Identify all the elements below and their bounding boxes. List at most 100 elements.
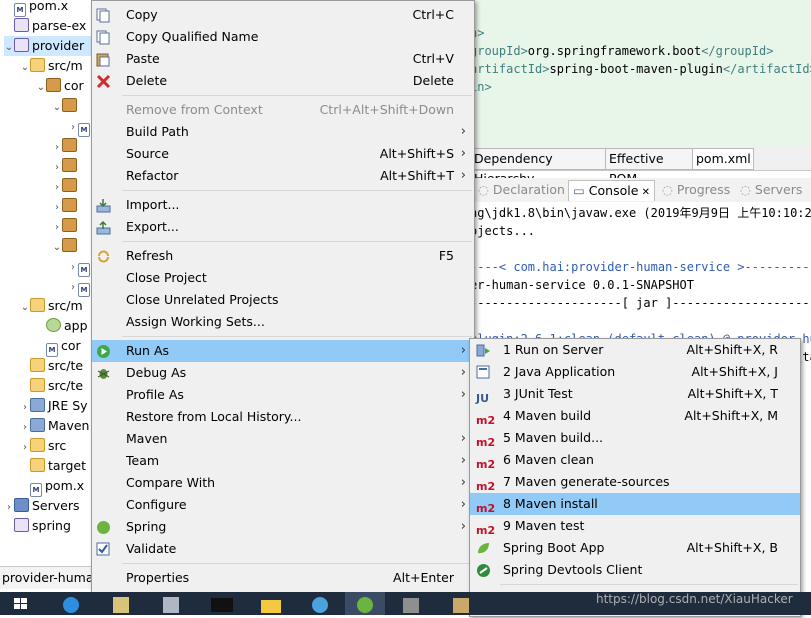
tree-item[interactable]: › Servers: [4, 496, 92, 516]
tree-item[interactable]: app: [36, 316, 92, 336]
collapsed-chevron-icon[interactable]: ›: [20, 398, 30, 418]
collapsed-chevron-icon[interactable]: ›: [68, 118, 78, 138]
tree-item[interactable]: ⌄ src/m: [20, 56, 92, 76]
taskbar-app-4[interactable]: [395, 592, 435, 615]
taskbar-app-5[interactable]: [445, 592, 485, 615]
tree-item[interactable]: src/te: [20, 376, 92, 396]
tab-servers[interactable]: ◌ Servers: [740, 180, 802, 200]
menu-item-assign-working-sets[interactable]: Assign Working Sets...: [92, 311, 474, 333]
collapsed-chevron-icon[interactable]: ›: [68, 258, 78, 278]
tree-item[interactable]: › M: [68, 256, 92, 278]
submenu-item-6-maven-clean[interactable]: m2 6 Maven clean: [470, 449, 800, 471]
collapsed-chevron-icon[interactable]: ›: [52, 178, 62, 198]
tab-progress[interactable]: ◌ Progress: [662, 180, 730, 200]
expanded-chevron-icon[interactable]: ⌄: [20, 298, 30, 318]
taskbar-app-1[interactable]: [105, 592, 145, 615]
tab-effective-pom[interactable]: Effective POM: [605, 148, 696, 186]
menu-item-copy[interactable]: Copy Ctrl+C: [92, 4, 474, 26]
expanded-chevron-icon[interactable]: ⌄: [4, 38, 14, 58]
taskbar-edge[interactable]: [55, 592, 95, 615]
start-button[interactable]: [6, 592, 46, 615]
taskbar-spring[interactable]: [345, 592, 385, 615]
tree-item[interactable]: › M: [68, 116, 92, 138]
submenu-item-2-java-application[interactable]: 2 Java Application Alt+Shift+X, J: [470, 361, 800, 383]
submenu-item-5-maven-build[interactable]: m2 5 Maven build...: [470, 427, 800, 449]
menu-item-import[interactable]: Import...: [92, 194, 474, 216]
taskbar-app-2[interactable]: [155, 592, 195, 615]
menu-item-restore-from-local-history[interactable]: Restore from Local History...: [92, 406, 474, 428]
tab-console[interactable]: ▭ Console ✕: [568, 180, 655, 201]
taskbar-explorer[interactable]: [255, 592, 295, 615]
collapsed-chevron-icon[interactable]: ›: [52, 198, 62, 218]
menu-item-run-as[interactable]: Run As ›: [92, 340, 474, 362]
menu-item-build-path[interactable]: Build Path ›: [92, 121, 474, 143]
submenu-item-shortcut: Alt+Shift+X, R: [686, 342, 778, 357]
collapsed-chevron-icon[interactable]: ›: [52, 158, 62, 178]
tree-item[interactable]: ›: [52, 136, 92, 156]
tab-pom-xml[interactable]: pom.xml: [692, 148, 754, 170]
menu-item-close-project[interactable]: Close Project: [92, 267, 474, 289]
tree-item[interactable]: ⌄ provider: [4, 36, 92, 56]
menu-item-configure[interactable]: Configure ›: [92, 494, 474, 516]
tree-item[interactable]: ›: [52, 176, 92, 196]
taskbar-app-3[interactable]: [305, 592, 345, 615]
submenu-item-8-maven-install[interactable]: m2 8 Maven install: [470, 493, 800, 515]
menu-item-debug-as[interactable]: Debug As ›: [92, 362, 474, 384]
tree-item[interactable]: Mpom.x: [4, 0, 92, 17]
tree-item[interactable]: ›: [52, 216, 92, 236]
submenu-item-4-maven-build[interactable]: m2 4 Maven build Alt+Shift+X, M: [470, 405, 800, 427]
tree-item[interactable]: › JRE Sy: [20, 396, 92, 416]
submenu-item-spring-devtools-client[interactable]: Spring Devtools Client: [470, 559, 800, 581]
menu-item-refactor[interactable]: Refactor Alt+Shift+T ›: [92, 165, 474, 187]
submenu-item-spring-boot-app[interactable]: Spring Boot App Alt+Shift+X, B: [470, 537, 800, 559]
tree-item[interactable]: ›: [52, 156, 92, 176]
tab-declaration[interactable]: ◌ Declaration: [478, 180, 565, 200]
expanded-chevron-icon[interactable]: ⌄: [20, 58, 30, 78]
expanded-chevron-icon[interactable]: ⌄: [52, 98, 62, 118]
expanded-chevron-icon[interactable]: ⌄: [52, 238, 62, 258]
tree-item[interactable]: ›: [52, 196, 92, 216]
collapsed-chevron-icon[interactable]: ›: [4, 498, 14, 518]
submenu-item-1-run-on-server[interactable]: 1 Run on Server Alt+Shift+X, R: [470, 339, 800, 361]
menu-item-validate[interactable]: Validate: [92, 538, 474, 560]
close-icon[interactable]: ✕: [638, 187, 650, 198]
tree-item[interactable]: spring: [4, 516, 92, 536]
menu-item-refresh[interactable]: Refresh F5: [92, 245, 474, 267]
menu-item-export[interactable]: Export...: [92, 216, 474, 238]
collapsed-chevron-icon[interactable]: ›: [52, 138, 62, 158]
collapsed-chevron-icon[interactable]: ›: [20, 418, 30, 438]
menu-item-delete[interactable]: Delete Delete: [92, 70, 474, 92]
menu-item-copy-qualified-name[interactable]: Copy Qualified Name: [92, 26, 474, 48]
tree-item[interactable]: › M: [68, 276, 92, 298]
menu-item-paste[interactable]: Paste Ctrl+V: [92, 48, 474, 70]
taskbar-cmd[interactable]: [205, 592, 245, 615]
tree-item[interactable]: target: [20, 456, 92, 476]
tree-item[interactable]: ⌄ src/m: [20, 296, 92, 316]
menu-item-spring[interactable]: Spring ›: [92, 516, 474, 538]
tree-item[interactable]: src/te: [20, 356, 92, 376]
submenu-item-7-maven-generate-sources[interactable]: m2 7 Maven generate-sources: [470, 471, 800, 493]
tree-item[interactable]: ⌄ cor: [36, 76, 92, 96]
tree-item[interactable]: › src: [20, 436, 92, 456]
menu-item-source[interactable]: Source Alt+Shift+S ›: [92, 143, 474, 165]
collapsed-chevron-icon[interactable]: ›: [52, 218, 62, 238]
tree-item[interactable]: Mpom.x: [20, 476, 92, 497]
pom-xml-editor[interactable]: n> groupId>org.springframework.boot</grou…: [470, 0, 811, 146]
tab-dependency-hierarchy[interactable]: Dependency Hierarchy: [470, 148, 609, 186]
menu-item-team[interactable]: Team ›: [92, 450, 474, 472]
tree-item[interactable]: parse-ex: [4, 16, 92, 36]
tree-item[interactable]: Mcor: [36, 336, 92, 357]
submenu-item-9-maven-test[interactable]: m2 9 Maven test: [470, 515, 800, 537]
tree-item[interactable]: ⌄: [52, 96, 92, 116]
menu-item-close-unrelated-projects[interactable]: Close Unrelated Projects: [92, 289, 474, 311]
menu-item-properties[interactable]: Properties Alt+Enter: [92, 567, 474, 589]
menu-item-maven[interactable]: Maven ›: [92, 428, 474, 450]
tree-item[interactable]: ⌄: [52, 236, 92, 256]
expanded-chevron-icon[interactable]: ⌄: [36, 78, 46, 98]
collapsed-chevron-icon[interactable]: ›: [68, 278, 78, 298]
collapsed-chevron-icon[interactable]: ›: [20, 438, 30, 458]
menu-item-profile-as[interactable]: Profile As ›: [92, 384, 474, 406]
tree-item[interactable]: › Maven: [20, 416, 92, 436]
menu-item-compare-with[interactable]: Compare With ›: [92, 472, 474, 494]
submenu-item-3-junit-test[interactable]: JU 3 JUnit Test Alt+Shift+X, T: [470, 383, 800, 405]
